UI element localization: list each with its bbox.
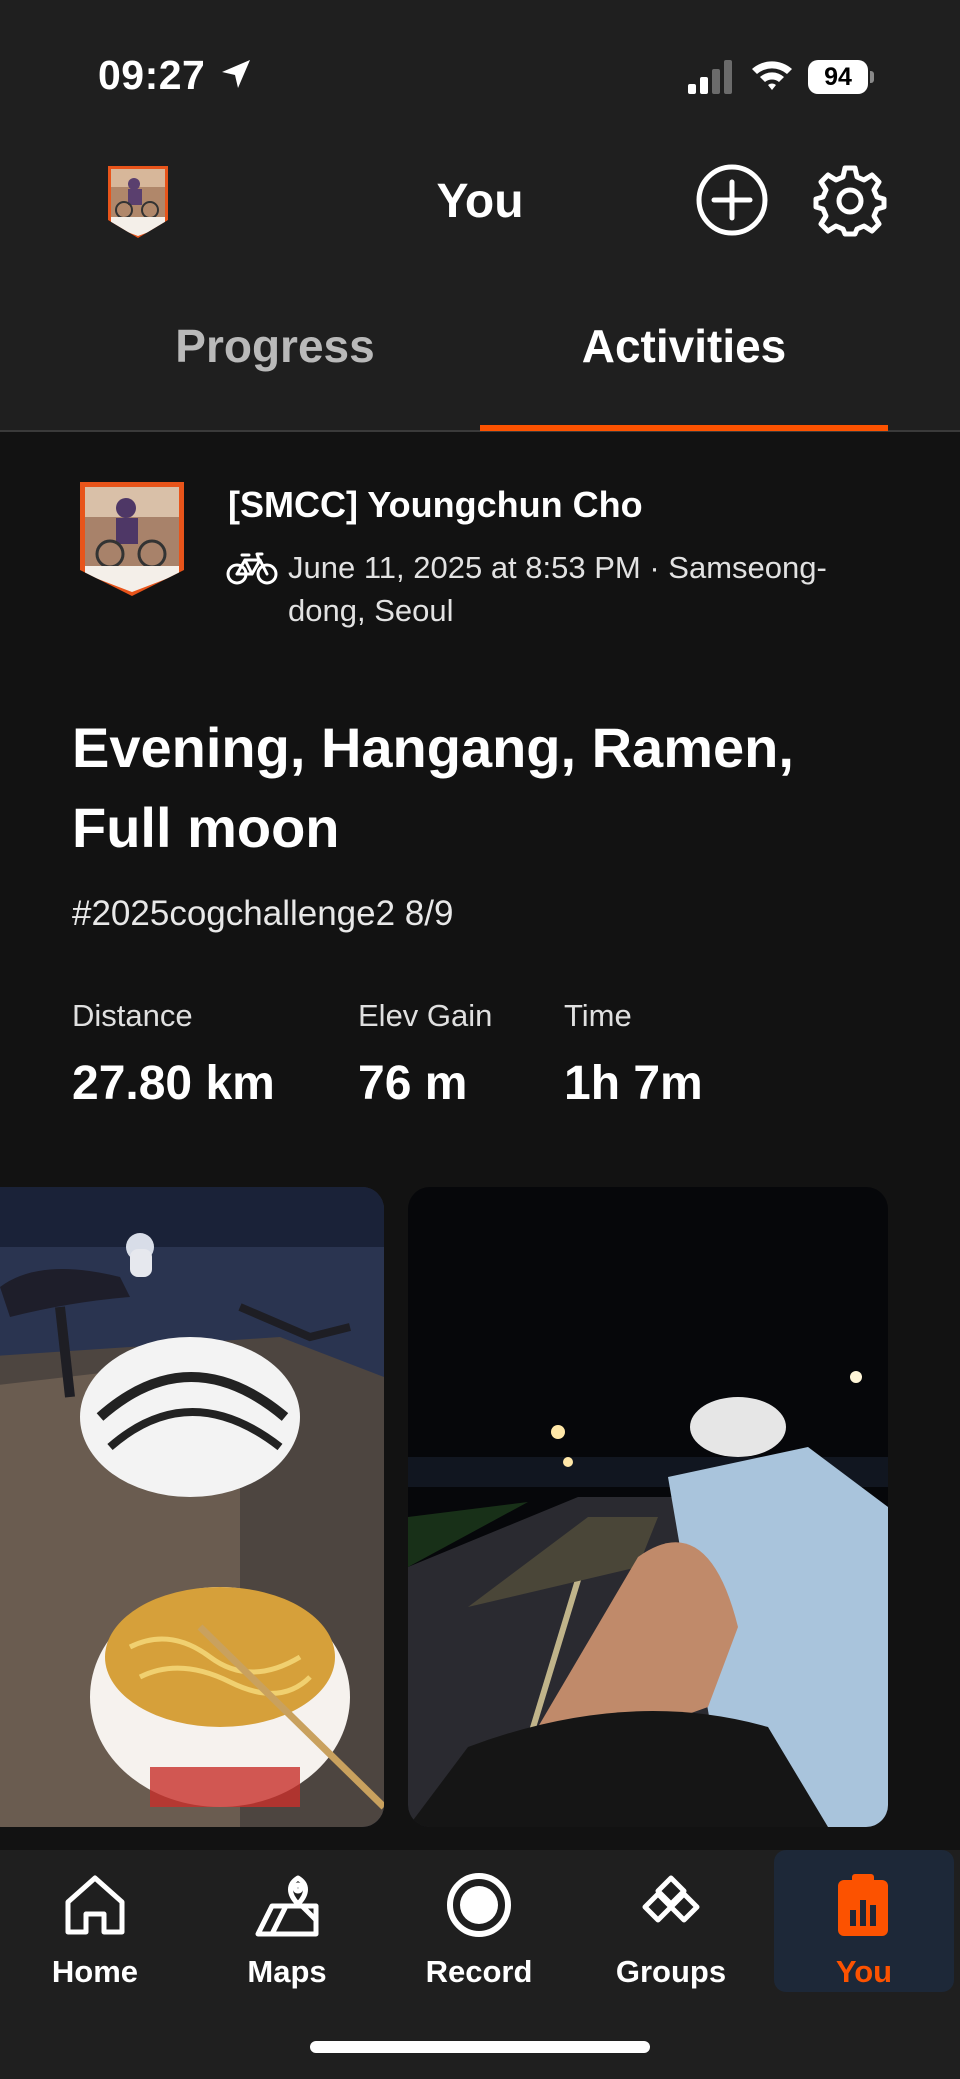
stat-value: 1h 7m (564, 1057, 703, 1110)
cellular-signal-icon (688, 60, 732, 94)
tab-bar: Progress Activities (0, 285, 960, 432)
stat-value: 27.80 km (72, 1057, 275, 1110)
battery-level: 94 (808, 60, 868, 94)
nav-label: Groups (615, 1954, 727, 1989)
nav-label: Home (51, 1954, 139, 1989)
stat-label: Distance (72, 998, 193, 1033)
stat-elev-gain: Elev Gain 76 m (358, 998, 492, 1111)
nav-home[interactable]: Home (6, 1850, 184, 1992)
activity-photo-night-ride[interactable] (408, 1187, 888, 1827)
stat-label: Elev Gain (358, 998, 493, 1033)
maps-icon (255, 1875, 319, 1937)
stat-label: Time (564, 998, 632, 1033)
battery-tip (870, 71, 874, 83)
nav-maps[interactable]: Maps (198, 1850, 376, 1992)
battery-icon: 94 (808, 60, 874, 94)
nav-label: Record (425, 1954, 533, 1989)
active-tab-indicator (480, 425, 888, 431)
status-time: 09:27 (98, 52, 206, 98)
stat-distance: Distance 27.80 km (72, 998, 275, 1111)
athlete-name[interactable]: [SMCC] Youngchun Cho (228, 484, 643, 526)
stat-value: 76 m (358, 1057, 468, 1110)
record-icon (447, 1873, 511, 1937)
status-bar: 09:27 94 (0, 0, 960, 140)
home-icon (65, 1875, 125, 1935)
athlete-avatar[interactable] (76, 478, 188, 600)
activity-photo-ramen-helmet[interactable] (0, 1187, 384, 1827)
activity-title[interactable]: Evening, Hangang, Ramen, Full moon (72, 708, 892, 868)
nav-label: Maps (247, 1954, 327, 1989)
stat-time: Time 1h 7m (564, 998, 703, 1111)
wifi-icon (752, 61, 792, 90)
you-icon (838, 1874, 888, 1936)
home-indicator[interactable] (310, 2041, 650, 2053)
location-arrow-icon (222, 60, 250, 88)
bike-icon (226, 552, 278, 585)
tab-activities[interactable]: Activities (480, 319, 888, 373)
gear-icon[interactable] (812, 162, 888, 238)
activity-description: #2025cogchallenge2 8/9 (72, 894, 454, 933)
add-circle-icon[interactable] (694, 162, 770, 238)
tab-progress[interactable]: Progress (90, 319, 460, 373)
groups-icon (642, 1875, 700, 1923)
nav-you[interactable]: You (774, 1850, 954, 1992)
activity-meta: June 11, 2025 at 8:53 PM · Samseong-dong… (288, 550, 827, 628)
nav-label: You (835, 1954, 893, 1989)
header: You (0, 140, 960, 285)
nav-groups[interactable]: Groups (582, 1850, 760, 1992)
nav-record[interactable]: Record (390, 1850, 568, 1992)
